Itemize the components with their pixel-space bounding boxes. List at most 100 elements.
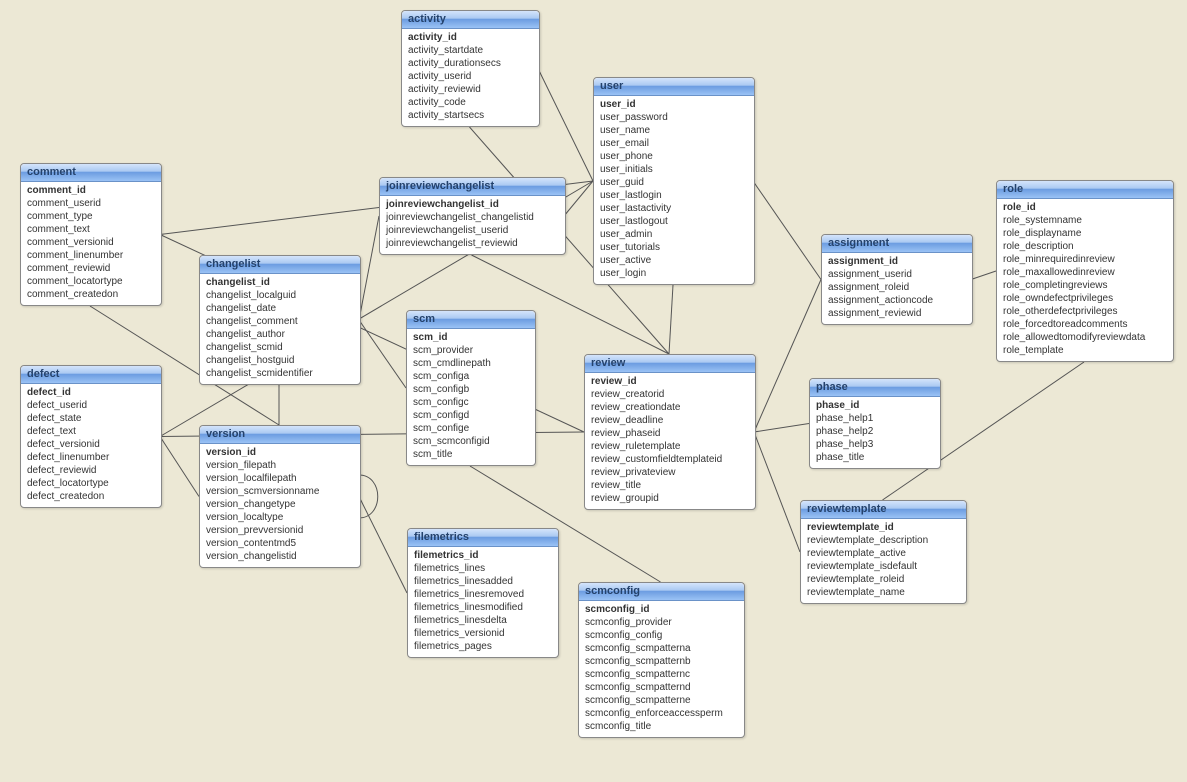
field-version_prevversionid[interactable]: version_prevversionid: [206, 524, 354, 537]
field-user_initials[interactable]: user_initials: [600, 163, 748, 176]
field-defect_reviewid[interactable]: defect_reviewid: [27, 464, 155, 477]
table-activity[interactable]: activityactivity_idactivity_startdateact…: [401, 10, 540, 127]
field-user_password[interactable]: user_password: [600, 111, 748, 124]
field-phase_help2[interactable]: phase_help2: [816, 425, 934, 438]
field-scm_configd[interactable]: scm_configd: [413, 409, 529, 422]
field-activity_code[interactable]: activity_code: [408, 96, 533, 109]
field-filemetrics_id[interactable]: filemetrics_id: [414, 549, 552, 562]
field-activity_durationsecs[interactable]: activity_durationsecs: [408, 57, 533, 70]
field-joinreviewchangelist_id[interactable]: joinreviewchangelist_id: [386, 198, 559, 211]
field-filemetrics_linesdelta[interactable]: filemetrics_linesdelta: [414, 614, 552, 627]
field-role_minrequiredinreview[interactable]: role_minrequiredinreview: [1003, 253, 1167, 266]
field-assignment_actioncode[interactable]: assignment_actioncode: [828, 294, 966, 307]
field-review_title[interactable]: review_title: [591, 479, 749, 492]
field-filemetrics_linesremoved[interactable]: filemetrics_linesremoved: [414, 588, 552, 601]
field-version_filepath[interactable]: version_filepath: [206, 459, 354, 472]
field-changelist_author[interactable]: changelist_author: [206, 328, 354, 341]
field-user_lastlogout[interactable]: user_lastlogout: [600, 215, 748, 228]
field-scm_configb[interactable]: scm_configb: [413, 383, 529, 396]
field-filemetrics_linesmodified[interactable]: filemetrics_linesmodified: [414, 601, 552, 614]
field-assignment_id[interactable]: assignment_id: [828, 255, 966, 268]
field-defect_state[interactable]: defect_state: [27, 412, 155, 425]
field-activity_startsecs[interactable]: activity_startsecs: [408, 109, 533, 122]
field-defect_linenumber[interactable]: defect_linenumber: [27, 451, 155, 464]
field-scmconfig_provider[interactable]: scmconfig_provider: [585, 616, 738, 629]
table-assignment[interactable]: assignment assignment_idassignment_userid…: [821, 234, 973, 325]
field-review_deadline[interactable]: review_deadline: [591, 414, 749, 427]
field-filemetrics_versionid[interactable]: filemetrics_versionid: [414, 627, 552, 640]
field-user_phone[interactable]: user_phone: [600, 150, 748, 163]
field-reviewtemplate_id[interactable]: reviewtemplate_id: [807, 521, 960, 534]
field-phase_title[interactable]: phase_title: [816, 451, 934, 464]
field-activity_id[interactable]: activity_id: [408, 31, 533, 44]
field-version_changetype[interactable]: version_changetype: [206, 498, 354, 511]
field-activity_startdate[interactable]: activity_startdate: [408, 44, 533, 57]
field-filemetrics_pages[interactable]: filemetrics_pages: [414, 640, 552, 653]
field-scmconfig_scmpatterne[interactable]: scmconfig_scmpatterne: [585, 694, 738, 707]
field-changelist_hostguid[interactable]: changelist_hostguid: [206, 354, 354, 367]
field-scm_title[interactable]: scm_title: [413, 448, 529, 461]
field-role_template[interactable]: role_template: [1003, 344, 1167, 357]
field-review_creationdate[interactable]: review_creationdate: [591, 401, 749, 414]
field-scmconfig_enforceaccessperm[interactable]: scmconfig_enforceaccessperm: [585, 707, 738, 720]
field-scm_provider[interactable]: scm_provider: [413, 344, 529, 357]
table-filemetrics[interactable]: filemetricsfilemetrics_idfilemetrics_lin…: [407, 528, 559, 658]
table-version[interactable]: versionversion_idversion_filepathversion…: [199, 425, 361, 568]
field-scmconfig_title[interactable]: scmconfig_title: [585, 720, 738, 733]
field-comment_type[interactable]: comment_type: [27, 210, 155, 223]
field-user_login[interactable]: user_login: [600, 267, 748, 280]
table-scmconfig[interactable]: scmconfigscmconfig_idscmconfig_providers…: [578, 582, 745, 738]
field-scmconfig_scmpatternc[interactable]: scmconfig_scmpatternc: [585, 668, 738, 681]
field-version_scmversionname[interactable]: version_scmversionname: [206, 485, 354, 498]
field-phase_help1[interactable]: phase_help1: [816, 412, 934, 425]
table-header-role[interactable]: role: [997, 181, 1173, 199]
field-role_forcedtoreadcomments[interactable]: role_forcedtoreadcomments: [1003, 318, 1167, 331]
field-user_guid[interactable]: user_guid: [600, 176, 748, 189]
field-version_changelistid[interactable]: version_changelistid: [206, 550, 354, 563]
table-header-changelist[interactable]: changelist: [200, 256, 360, 274]
table-joinreviewchangelist[interactable]: joinreviewchangelist joinreviewchangelist…: [379, 177, 566, 255]
field-comment_text[interactable]: comment_text: [27, 223, 155, 236]
field-review_phaseid[interactable]: review_phaseid: [591, 427, 749, 440]
field-filemetrics_lines[interactable]: filemetrics_lines: [414, 562, 552, 575]
table-header-phase[interactable]: phase: [810, 379, 940, 397]
field-role_id[interactable]: role_id: [1003, 201, 1167, 214]
field-assignment_userid[interactable]: assignment_userid: [828, 268, 966, 281]
field-user_id[interactable]: user_id: [600, 98, 748, 111]
field-review_id[interactable]: review_id: [591, 375, 749, 388]
field-activity_userid[interactable]: activity_userid: [408, 70, 533, 83]
field-phase_help3[interactable]: phase_help3: [816, 438, 934, 451]
field-reviewtemplate_active[interactable]: reviewtemplate_active: [807, 547, 960, 560]
field-defect_text[interactable]: defect_text: [27, 425, 155, 438]
field-role_systemname[interactable]: role_systemname: [1003, 214, 1167, 227]
field-user_lastlogin[interactable]: user_lastlogin: [600, 189, 748, 202]
field-changelist_scmidentifier[interactable]: changelist_scmidentifier: [206, 367, 354, 380]
field-comment_id[interactable]: comment_id: [27, 184, 155, 197]
field-user_active[interactable]: user_active: [600, 254, 748, 267]
field-role_displayname[interactable]: role_displayname: [1003, 227, 1167, 240]
field-comment_versionid[interactable]: comment_versionid: [27, 236, 155, 249]
field-scm_id[interactable]: scm_id: [413, 331, 529, 344]
field-role_maxallowedinreview[interactable]: role_maxallowedinreview: [1003, 266, 1167, 279]
field-user_name[interactable]: user_name: [600, 124, 748, 137]
field-role_owndefectprivileges[interactable]: role_owndefectprivileges: [1003, 292, 1167, 305]
table-header-assignment[interactable]: assignment: [822, 235, 972, 253]
field-filemetrics_linesadded[interactable]: filemetrics_linesadded: [414, 575, 552, 588]
field-changelist_id[interactable]: changelist_id: [206, 276, 354, 289]
field-version_localfilepath[interactable]: version_localfilepath: [206, 472, 354, 485]
field-version_contentmd5[interactable]: version_contentmd5: [206, 537, 354, 550]
field-role_allowedtomodifyreviewdata[interactable]: role_allowedtomodifyreviewdata: [1003, 331, 1167, 344]
field-defect_userid[interactable]: defect_userid: [27, 399, 155, 412]
field-version_localtype[interactable]: version_localtype: [206, 511, 354, 524]
table-header-activity[interactable]: activity: [402, 11, 539, 29]
field-scm_configa[interactable]: scm_configa: [413, 370, 529, 383]
field-scm_configc[interactable]: scm_configc: [413, 396, 529, 409]
field-assignment_roleid[interactable]: assignment_roleid: [828, 281, 966, 294]
field-defect_versionid[interactable]: defect_versionid: [27, 438, 155, 451]
field-scm_scmconfigid[interactable]: scm_scmconfigid: [413, 435, 529, 448]
field-changelist_localguid[interactable]: changelist_localguid: [206, 289, 354, 302]
table-reviewtemplate[interactable]: reviewtemplate reviewtemplate_id reviewtem…: [800, 500, 967, 604]
table-header-joinreviewchangelist[interactable]: joinreviewchangelist: [380, 178, 565, 196]
table-header-reviewtemplate[interactable]: reviewtemplate: [801, 501, 966, 519]
field-activity_reviewid[interactable]: activity_reviewid: [408, 83, 533, 96]
